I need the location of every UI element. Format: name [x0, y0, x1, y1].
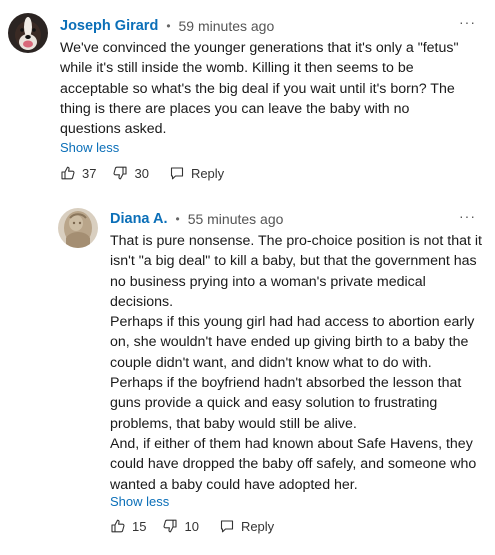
comment-header: Diana A. • 55 minutes ago [110, 209, 283, 229]
comment-paragraph: Perhaps if this young girl had had acces… [110, 314, 475, 371]
dislike-count: 30 [134, 165, 149, 181]
separator-dot: • [175, 212, 180, 226]
like-count: 37 [82, 165, 97, 181]
comment-actions: 37 30 Reply [60, 165, 224, 181]
comment-paragraph: Perhaps if the boyfriend hadn't absorbed… [110, 375, 462, 432]
comment-paragraph: That is pure nonsense. The pro-choice po… [110, 233, 482, 310]
avatar[interactable] [8, 13, 48, 53]
like-count: 15 [132, 518, 147, 534]
comment-paragraph: We've convinced the younger generations … [60, 40, 459, 138]
thumbs-up-icon [61, 166, 75, 180]
reply-bubble-icon [170, 167, 183, 180]
dislike-button[interactable]: 10 [162, 518, 199, 534]
avatar[interactable] [58, 208, 98, 248]
comment-body: We've convinced the younger generations … [60, 38, 470, 139]
comment-header: Joseph Girard • 59 minutes ago [60, 16, 274, 36]
timestamp: 59 minutes ago [178, 18, 275, 34]
reply-button[interactable]: Reply [169, 165, 224, 181]
comment-body: That is pure nonsense. The pro-choice po… [110, 231, 485, 495]
dog-avatar-icon [8, 13, 48, 53]
separator-dot: • [166, 19, 171, 33]
dislike-button[interactable]: 30 [112, 165, 149, 181]
comment-paragraph: And, if either of them had known about S… [110, 435, 477, 493]
thumbs-down-icon [163, 519, 178, 533]
like-button[interactable]: 15 [110, 518, 146, 534]
reply-bubble-icon [220, 520, 233, 533]
author-name[interactable]: Diana A. [110, 211, 167, 227]
like-button[interactable]: 37 [60, 165, 96, 181]
reply-label: Reply [240, 518, 275, 534]
comment-actions: 15 10 Reply [110, 518, 274, 534]
reply-label: Reply [190, 165, 225, 181]
thumbs-up-icon [111, 519, 125, 533]
timestamp: 55 minutes ago [187, 211, 284, 227]
comment-thread: Joseph Girard • 59 minutes ago ··· We've… [0, 0, 495, 555]
more-options-icon[interactable]: ··· [459, 14, 476, 30]
show-less-link[interactable]: Show less [110, 494, 169, 509]
more-options-icon[interactable]: ··· [459, 208, 476, 224]
author-name[interactable]: Joseph Girard [60, 18, 158, 34]
statue-avatar-icon [58, 208, 98, 248]
thumbs-down-icon [113, 166, 128, 180]
reply-button[interactable]: Reply [219, 518, 274, 534]
dislike-count: 10 [184, 518, 199, 534]
show-less-link[interactable]: Show less [60, 140, 119, 155]
